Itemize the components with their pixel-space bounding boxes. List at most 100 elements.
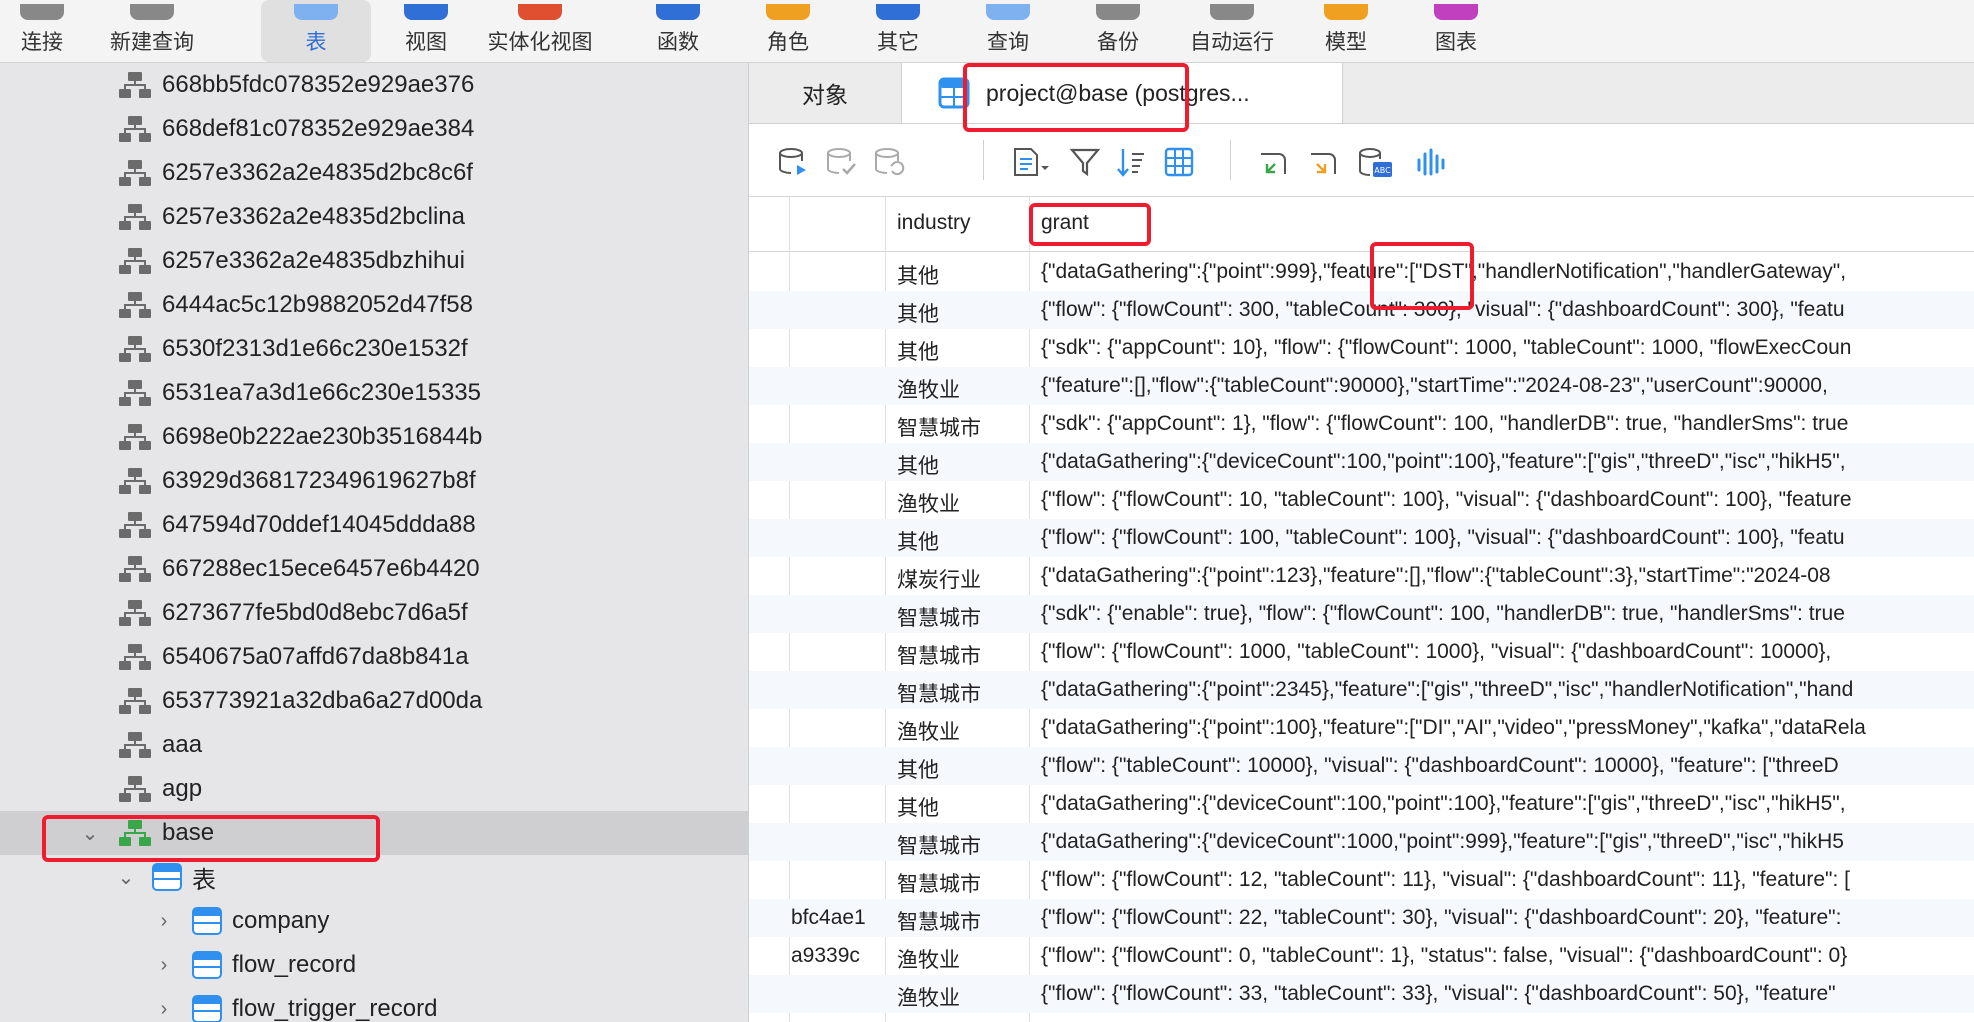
table-row[interactable]: a9339c 渔牧业 {"flow": {"flowCount": 0, "tabl… bbox=[749, 937, 1974, 975]
sidebar-table-flow-trigger-record[interactable]: › flow_trigger_record bbox=[0, 987, 748, 1022]
sidebar-db-item[interactable]: agp bbox=[0, 767, 748, 811]
cell-industry[interactable]: 智慧城市 bbox=[897, 602, 1027, 632]
toolbar-role-button[interactable]: 角色 bbox=[733, 0, 843, 62]
commit-icon[interactable] bbox=[825, 146, 857, 178]
cell-grant[interactable]: {"dataGathering":{"deviceCount":1000,"po… bbox=[1041, 830, 1974, 854]
sidebar-table-company[interactable]: › company bbox=[0, 899, 748, 943]
cell-grant[interactable]: {"flow": {"flowCount": 10, "tableCount":… bbox=[1041, 488, 1974, 512]
cell-grant[interactable]: {"dataGathering":{"deviceCount":100,"poi… bbox=[1041, 450, 1974, 474]
rollback-icon[interactable] bbox=[873, 146, 905, 178]
toolbar-materialized-view-button[interactable]: 实体化视图 bbox=[475, 0, 605, 62]
table-row[interactable]: 其他 {"dataGathering":{"deviceCount":100,"p… bbox=[749, 785, 1974, 823]
cell-industry[interactable]: 其他 bbox=[897, 298, 1027, 328]
filter-icon[interactable] bbox=[1069, 146, 1101, 178]
cell-industry[interactable]: 其他 bbox=[897, 754, 1027, 784]
sidebar-db-item[interactable]: 6257e3362a2e4835d2bclina bbox=[0, 195, 748, 239]
toolbar-automation-button[interactable]: 自动运行 bbox=[1167, 0, 1297, 62]
toolbar-model-button[interactable]: 模型 bbox=[1291, 0, 1401, 62]
table-row[interactable]: 煤炭行业 {"dataGathering":{"point":123},"feat… bbox=[749, 557, 1974, 595]
sidebar-db-item[interactable]: 6698e0b222ae230b3516844b bbox=[0, 415, 748, 459]
toolbar-query-button[interactable]: 查询 bbox=[953, 0, 1063, 62]
sidebar-db-item[interactable]: 63929d368172349619627b8f bbox=[0, 459, 748, 503]
sidebar-db-item[interactable]: 647594d70ddef14045ddda88 bbox=[0, 503, 748, 547]
grid-view-icon[interactable] bbox=[1163, 146, 1195, 178]
sidebar-db-item[interactable]: 6531ea7a3d1e66c230e15335 bbox=[0, 371, 748, 415]
cell-industry[interactable]: 渔牧业 bbox=[897, 488, 1027, 518]
cell-grant[interactable]: {"flow": {"flowCount": 33, "tableCount":… bbox=[1041, 982, 1974, 1006]
toolbar-chart-button[interactable]: 图表 bbox=[1401, 0, 1511, 62]
sidebar-db-item[interactable]: 6530f2313d1e66c230e1532f bbox=[0, 327, 748, 371]
table-row[interactable]: 其他 {"sdk": {"appCount": 10}, "flow": {"fl… bbox=[749, 329, 1974, 367]
table-row[interactable]: bfc4ae1 智慧城市 {"flow": {"flowCount": 22, "t… bbox=[749, 899, 1974, 937]
cell-industry[interactable]: 智慧城市 bbox=[897, 640, 1027, 670]
table-row[interactable]: 智慧城市 {"flow": {"flowCount": 12, "tableCou… bbox=[749, 861, 1974, 899]
sidebar-db-item[interactable]: 668def81c078352e929ae384 bbox=[0, 107, 748, 151]
cell-industry[interactable]: 其他 bbox=[897, 450, 1027, 480]
cell-id[interactable]: bfc4ae1 bbox=[791, 906, 883, 930]
table-row[interactable]: 智慧城市 {"dataGathering":{"deviceCount":1000… bbox=[749, 823, 1974, 861]
cell-industry[interactable]: 智慧城市 bbox=[897, 412, 1027, 442]
sidebar-db-item[interactable]: 6444ac5c12b9882052d47f58 bbox=[0, 283, 748, 327]
cell-grant[interactable]: {"flow": {"tableCount": 10000}, "visual"… bbox=[1041, 754, 1974, 778]
cell-grant[interactable]: {"flow": {"flowCount": 12, "tableCount":… bbox=[1041, 868, 1974, 892]
export-icon[interactable] bbox=[1307, 146, 1339, 178]
table-row[interactable]: 渔牧业 {"flow": {"flowCount": 10, "tableCoun… bbox=[749, 481, 1974, 519]
toolbar-connection-button[interactable]: 连接 bbox=[0, 0, 97, 62]
cell-industry[interactable]: 渔牧业 bbox=[897, 374, 1027, 404]
cell-industry[interactable]: 其他 bbox=[897, 526, 1027, 556]
cell-grant[interactable]: {"sdk": {"enable": true}, "flow": {"flow… bbox=[1041, 602, 1974, 626]
cell-industry[interactable]: 渔牧业 bbox=[897, 982, 1027, 1012]
toolbar-other-button[interactable]: 其它 bbox=[843, 0, 953, 62]
table-row[interactable]: 其他 {"flow": {"flowCount": 100, "tableCoun… bbox=[749, 519, 1974, 557]
sidebar-db-item[interactable]: 6257e3362a2e4835dbzhihui bbox=[0, 239, 748, 283]
cell-grant[interactable]: {"flow": {"flowCount": 100, "tableCount"… bbox=[1041, 526, 1974, 550]
sidebar-db-item[interactable]: 668bb5fdc078352e929ae376 bbox=[0, 63, 748, 107]
cell-industry[interactable]: 煤炭行业 bbox=[897, 564, 1027, 594]
tab-objects[interactable]: 对象 bbox=[749, 63, 901, 123]
column-header-industry[interactable]: industry bbox=[897, 211, 1017, 235]
chevron-right-icon[interactable]: › bbox=[150, 910, 178, 933]
cell-grant[interactable]: {"dataGathering":{"point":2345},"feature… bbox=[1041, 678, 1974, 702]
table-row[interactable]: 智慧城市 {"sdk": {"appCount": 1}, "flow": {"f… bbox=[749, 405, 1974, 443]
cell-grant[interactable]: {"dataGathering":{"point":100},"feature"… bbox=[1041, 716, 1974, 740]
cell-id[interactable]: a9339c bbox=[791, 944, 883, 968]
begin-transaction-icon[interactable] bbox=[777, 146, 809, 178]
sidebar-db-item[interactable]: 6540675a07affd67da8b841a bbox=[0, 635, 748, 679]
toolbar-view-button[interactable]: 视图 bbox=[371, 0, 481, 62]
cell-grant[interactable]: {"sdk": {"appCount": 1}, "flow": {"flowC… bbox=[1041, 412, 1974, 436]
table-row[interactable]: 渔牧业 {"feature":[],"flow":{"tableCount":90… bbox=[749, 367, 1974, 405]
toolbar-backup-button[interactable]: 备份 bbox=[1063, 0, 1173, 62]
data-dictionary-icon[interactable]: ABC bbox=[1357, 146, 1393, 178]
cell-grant[interactable]: {"dataGathering":{"deviceCount":100,"poi… bbox=[1041, 792, 1974, 816]
sidebar-db-item[interactable]: 6273677fe5bd0d8ebc7d6a5f bbox=[0, 591, 748, 635]
cell-industry[interactable]: 智慧城市 bbox=[897, 830, 1027, 860]
toolbar-function-button[interactable]: 函数 bbox=[623, 0, 733, 62]
cell-industry[interactable]: 渔牧业 bbox=[897, 944, 1027, 974]
import-icon[interactable] bbox=[1257, 146, 1289, 178]
profiling-icon[interactable] bbox=[1415, 146, 1447, 178]
sidebar-db-item[interactable]: 6257e3362a2e4835d2bc8c6f bbox=[0, 151, 748, 195]
table-row[interactable]: 其他 {"dataGathering":{"point":999},"featur… bbox=[749, 253, 1974, 291]
cell-industry[interactable]: 其他 bbox=[897, 260, 1027, 290]
cell-grant[interactable]: {"flow": {"flowCount": 0, "tableCount": … bbox=[1041, 944, 1974, 968]
cell-grant[interactable]: {"dataGathering":{"point":999},"feature"… bbox=[1041, 260, 1974, 284]
table-row[interactable]: 渔牧业 {"dataGathering":{"point":100},"featu… bbox=[749, 709, 1974, 747]
cell-grant[interactable]: {"feature":[],"flow":{"tableCount":90000… bbox=[1041, 374, 1974, 398]
cell-grant[interactable]: {"dataGathering":{"point":123},"feature"… bbox=[1041, 564, 1974, 588]
cell-grant[interactable]: {"flow": {"flowCount": 1000, "tableCount… bbox=[1041, 640, 1974, 664]
sidebar-db-item[interactable]: 653773921a32dba6a27d00da bbox=[0, 679, 748, 723]
text-view-icon[interactable] bbox=[1011, 146, 1051, 178]
sidebar-table-flow-record[interactable]: › flow_record bbox=[0, 943, 748, 987]
chevron-down-icon[interactable]: ⌄ bbox=[112, 865, 140, 890]
table-row[interactable]: 其他 {"flow": {"tableCount": 10000}, "visua… bbox=[749, 747, 1974, 785]
table-row[interactable]: 渔牧业 {"flow": {"flowCount": 33, "tableCoun… bbox=[749, 975, 1974, 1013]
toolbar-table-button[interactable]: 表 bbox=[261, 0, 371, 62]
cell-grant[interactable]: {"sdk": {"appCount": 10}, "flow": {"flow… bbox=[1041, 336, 1974, 360]
sort-icon[interactable] bbox=[1115, 146, 1147, 178]
table-row[interactable]: 智慧城市 {"flow": {"flowCount": 1000, "tableC… bbox=[749, 633, 1974, 671]
chevron-right-icon[interactable]: › bbox=[150, 998, 178, 1021]
cell-industry[interactable]: 渔牧业 bbox=[897, 716, 1027, 746]
table-row[interactable]: 智慧城市 {"sdk": {"enable": true}, "flow": {"… bbox=[749, 595, 1974, 633]
cell-industry[interactable]: 智慧城市 bbox=[897, 868, 1027, 898]
toolbar-new-query-button[interactable]: 新建查询 bbox=[87, 0, 217, 62]
